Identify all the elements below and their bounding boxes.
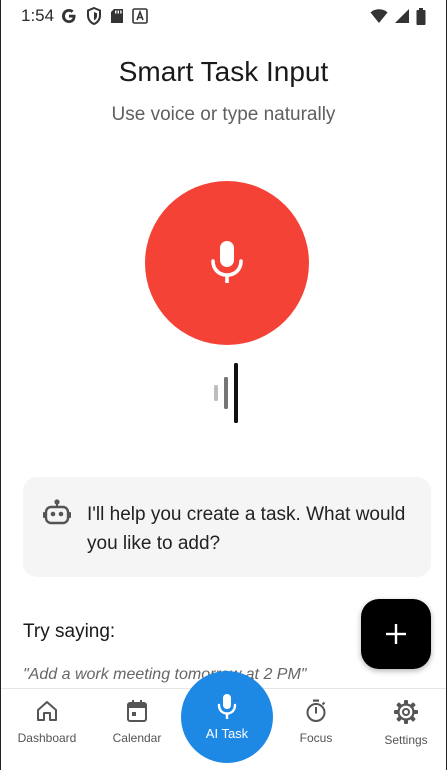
- a-box-icon: [132, 8, 148, 24]
- calendar-icon: [127, 700, 147, 722]
- robot-icon: [43, 499, 71, 525]
- microphone-icon: [211, 241, 243, 283]
- nav-item-ai-task[interactable]: AI Task: [181, 671, 273, 763]
- sd-card-icon: [111, 9, 124, 23]
- shield-icon: [87, 7, 102, 25]
- nav-item-dashboard[interactable]: Dashboard: [2, 699, 92, 745]
- google-icon: [62, 9, 76, 23]
- nav-item-settings[interactable]: Settings: [361, 699, 446, 747]
- nav-item-calendar[interactable]: Calendar: [92, 699, 182, 745]
- status-time: 1:54: [21, 6, 55, 25]
- add-task-button[interactable]: [361, 599, 431, 669]
- page-subtitle: Use voice or type naturally: [111, 104, 336, 125]
- audio-waveform: [214, 363, 238, 423]
- nav-item-focus[interactable]: Focus: [271, 699, 361, 745]
- gear-icon: [394, 700, 418, 724]
- assistant-message-card: I'll help you create a task. What would …: [23, 477, 431, 577]
- page-title: Smart Task Input: [118, 56, 329, 87]
- battery-icon: [416, 7, 426, 25]
- nav-label-settings: Settings: [384, 733, 428, 747]
- signal-icon: [395, 9, 409, 23]
- status-bar: 1:54: [1, 0, 446, 32]
- app-screen: 1:54 Smart Task Input Use voice or type …: [0, 0, 447, 770]
- plus-icon: [386, 624, 406, 644]
- microphone-icon: [217, 693, 237, 719]
- nav-label-ai-task: AI Task: [205, 725, 249, 741]
- suggestion-example[interactable]: "Add a work meeting tomorrow at 2 PM": [23, 666, 306, 684]
- nav-label-dashboard: Dashboard: [17, 731, 77, 745]
- assistant-message: I'll help you create a task. What would …: [87, 504, 406, 554]
- nav-label-focus: Focus: [299, 731, 333, 745]
- voice-record-button[interactable]: [145, 181, 309, 345]
- wifi-icon: [370, 8, 388, 23]
- timer-icon: [306, 699, 326, 722]
- suggestions-label: Try saying:: [23, 621, 116, 642]
- home-icon: [37, 701, 57, 721]
- nav-label-calendar: Calendar: [112, 731, 162, 745]
